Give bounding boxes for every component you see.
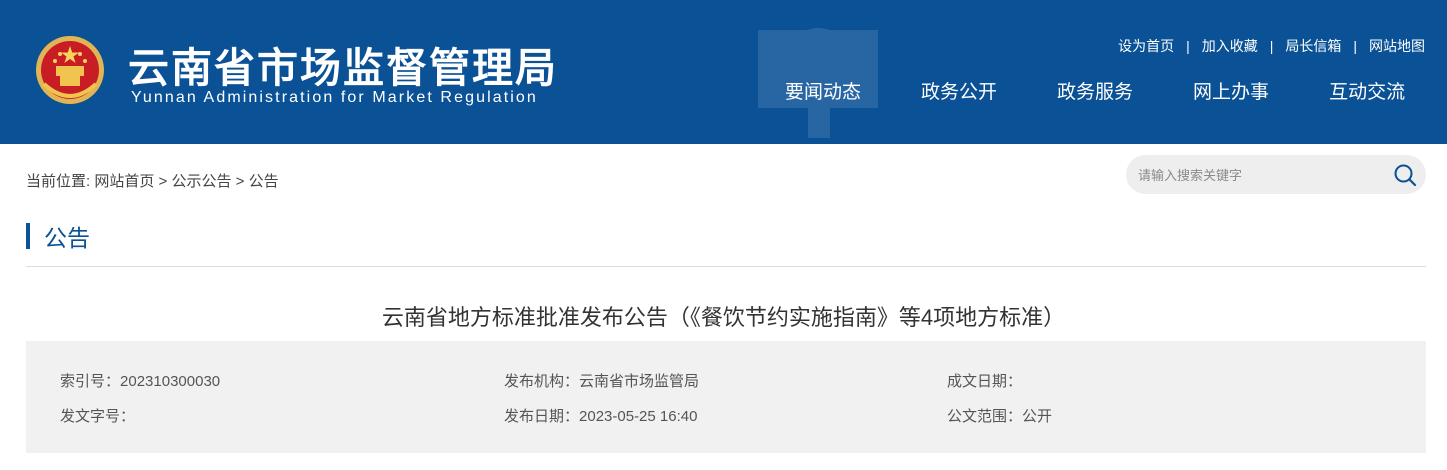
breadcrumb-notices[interactable]: 公示公告 [171, 173, 231, 190]
section-heading: 公告 [26, 222, 90, 251]
nav-item-online-office[interactable]: 网上办事 [1193, 77, 1269, 104]
breadcrumb-prefix: 当前位置: [26, 173, 91, 190]
divider [26, 266, 1426, 267]
search-icon[interactable] [1392, 162, 1418, 188]
site-title: 云南省市场监督管理局 [128, 45, 558, 91]
meta-index: 索引号：202310300030 [60, 370, 220, 391]
section-accent-bar [26, 223, 30, 249]
meta-publish-date: 发布日期：2023-05-25 16:40 [504, 405, 697, 426]
breadcrumb-separator: > [158, 173, 168, 190]
meta-publisher: 发布机构：云南省市场监管局 [504, 370, 699, 391]
nav-item-government-affairs[interactable]: 政务公开 [921, 77, 997, 104]
meta-publisher-value: 云南省市场监管局 [579, 373, 700, 390]
separator: | [1186, 38, 1190, 54]
nav-item-services[interactable]: 政务服务 [1057, 77, 1133, 104]
breadcrumb-home[interactable]: 网站首页 [94, 173, 154, 190]
nav-item-news[interactable]: 要闻动态 [785, 77, 861, 104]
meta-scope-value: 公开 [1022, 408, 1053, 425]
top-links: 设为首页 | 加入收藏 | 局长信箱 | 网站地图 [1118, 36, 1425, 56]
national-emblem-icon [36, 36, 104, 104]
add-favorite-link[interactable]: 加入收藏 [1202, 36, 1258, 56]
separator: | [1269, 38, 1274, 54]
article-title: 云南省地方标准批准发布公告（《餐饮节约实施指南》等4项地方标准） [381, 305, 1066, 330]
meta-doc-number: 发文字号： [60, 405, 135, 426]
separator: | [1353, 38, 1357, 54]
main-nav: 要闻动态 政务公开 政务服务 网上办事 互动交流 [785, 77, 1405, 104]
site-header: 云南省市场监督管理局 Yunnan Administration for Mar… [0, 0, 1447, 144]
meta-publish-date-label: 发布日期： [504, 408, 580, 425]
search-input[interactable] [1138, 164, 1378, 186]
meta-index-value: 202310300030 [120, 373, 221, 390]
breadcrumb-announcement[interactable]: 公告 [249, 173, 279, 190]
meta-index-label: 索引号： [60, 373, 121, 390]
article-meta: 索引号：202310300030 发布机构：云南省市场监管局 成文日期： 发文字… [26, 341, 1426, 453]
meta-scope: 公文范围：公开 [947, 405, 1052, 426]
meta-created-label: 成文日期： [947, 373, 1023, 390]
search-box [1126, 155, 1426, 194]
section-title: 公告 [44, 225, 90, 251]
set-homepage-link[interactable]: 设为首页 [1118, 36, 1174, 56]
site-subtitle: Yunnan Administration for Market Regulat… [131, 89, 538, 106]
meta-publish-date-value: 2023-05-25 16:40 [579, 408, 698, 425]
breadcrumb-separator: > [235, 173, 245, 190]
meta-created-date: 成文日期： [947, 370, 1022, 391]
meta-publisher-label: 发布机构： [504, 373, 580, 390]
sitemap-link[interactable]: 网站地图 [1369, 36, 1425, 56]
nav-item-interaction[interactable]: 互动交流 [1329, 77, 1405, 104]
meta-scope-label: 公文范围： [947, 408, 1023, 425]
meta-doc-no-label: 发文字号： [60, 408, 136, 425]
breadcrumb: 当前位置: 网站首页 > 公示公告 > 公告 [26, 170, 279, 191]
director-mailbox-link[interactable]: 局长信箱 [1285, 36, 1341, 56]
